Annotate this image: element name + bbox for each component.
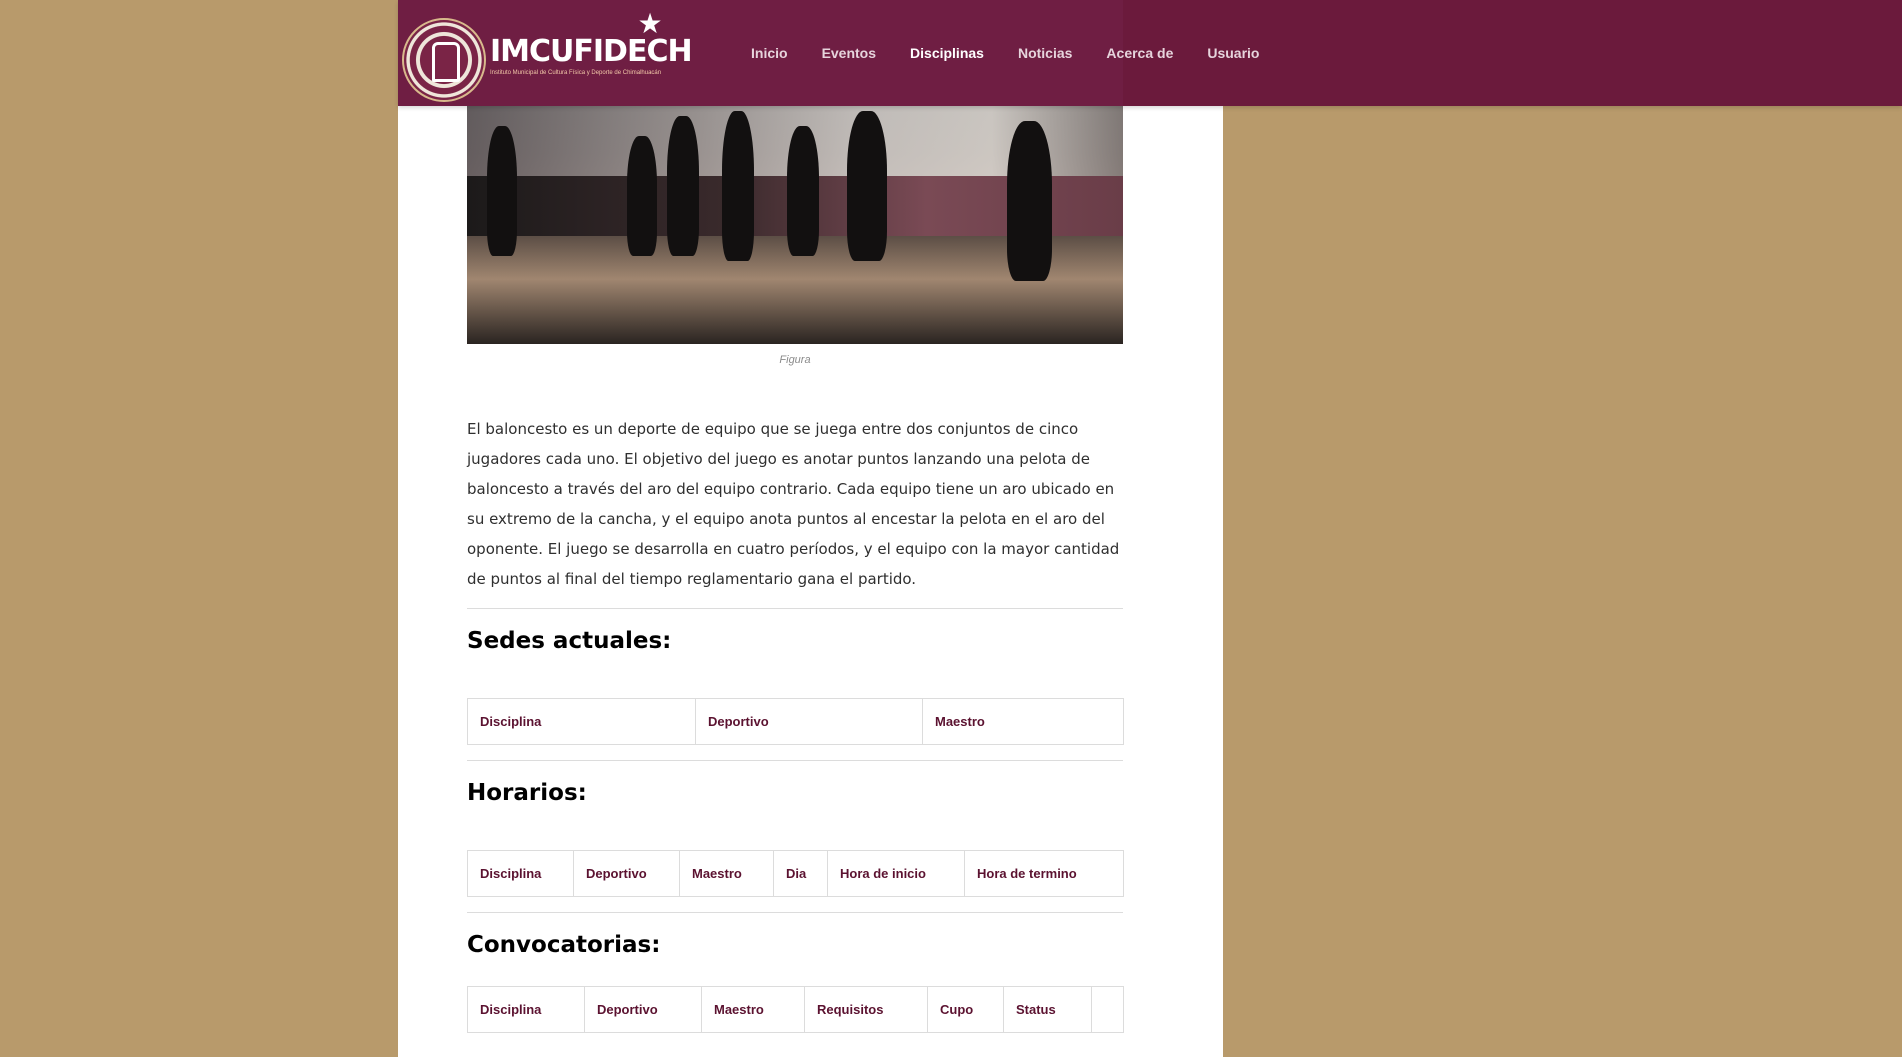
convocatorias-col-disciplina: Disciplina <box>467 986 585 1033</box>
horarios-table: Disciplina Deportivo Maestro Dia Hora de… <box>467 850 1124 897</box>
nav-inicio[interactable]: Inicio <box>734 45 805 61</box>
horarios-col-hora-termino: Hora de termino <box>964 850 1124 897</box>
horarios-col-disciplina: Disciplina <box>467 850 574 897</box>
convocatorias-col-maestro: Maestro <box>701 986 805 1033</box>
sedes-table: Disciplina Deportivo Maestro <box>467 698 1124 745</box>
convocatorias-table: Disciplina Deportivo Maestro Requisitos … <box>467 986 1124 1033</box>
discipline-description: El baloncesto es un deporte de equipo qu… <box>467 420 1120 588</box>
discipline-photo <box>467 106 1123 344</box>
convocatorias-col-empty <box>1091 986 1124 1033</box>
sedes-col-maestro: Maestro <box>922 698 1124 745</box>
horarios-col-deportivo: Deportivo <box>573 850 680 897</box>
athlete-figure-icon: ★ <box>637 8 663 39</box>
convocatorias-title: Convocatorias: <box>467 932 661 958</box>
horarios-col-hora-inicio: Hora de inicio <box>827 850 965 897</box>
divider <box>467 608 1123 609</box>
sedes-col-deportivo: Deportivo <box>695 698 923 745</box>
logo-subtitle: Instituto Municipal de Cultura Física y … <box>490 70 662 76</box>
horarios-title: Horarios: <box>467 780 587 806</box>
horarios-col-dia: Dia <box>773 850 828 897</box>
nav-eventos[interactable]: Eventos <box>805 45 893 61</box>
site-logo[interactable]: IMCUFIDECH Instituto Municipal de Cultur… <box>398 4 693 104</box>
convocatorias-col-status: Status <box>1003 986 1092 1033</box>
sedes-title: Sedes actuales: <box>467 628 672 654</box>
sedes-col-disciplina: Disciplina <box>467 698 696 745</box>
logo-seal-icon <box>402 18 486 102</box>
nav-disciplinas[interactable]: Disciplinas <box>893 45 1001 61</box>
main-nav: Inicio Eventos Disciplinas Noticias Acer… <box>734 0 1276 106</box>
convocatorias-col-deportivo: Deportivo <box>584 986 702 1033</box>
nav-noticias[interactable]: Noticias <box>1001 45 1089 61</box>
divider <box>467 912 1123 913</box>
divider <box>467 760 1123 761</box>
convocatorias-col-cupo: Cupo <box>927 986 1004 1033</box>
horarios-col-maestro: Maestro <box>679 850 774 897</box>
nav-acerca-de[interactable]: Acerca de <box>1089 45 1190 61</box>
convocatorias-col-requisitos: Requisitos <box>804 986 928 1033</box>
figure-caption: Figura <box>779 354 811 366</box>
nav-usuario[interactable]: Usuario <box>1190 45 1276 61</box>
site-header: IMCUFIDECH Instituto Municipal de Cultur… <box>398 0 1902 106</box>
